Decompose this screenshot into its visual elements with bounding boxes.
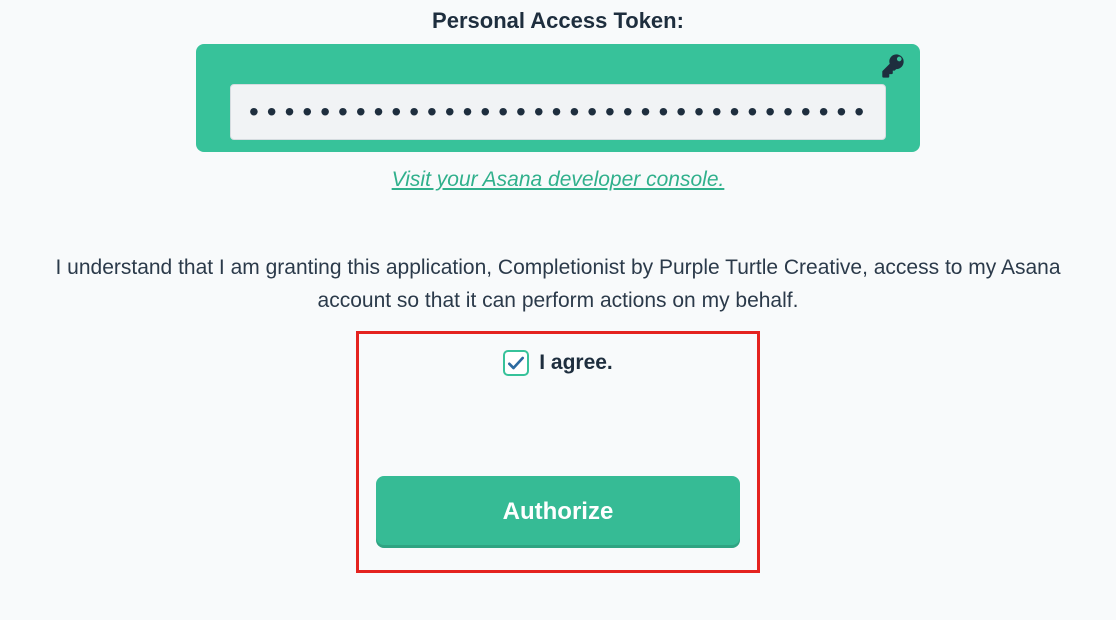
highlight-box: I agree. Authorize	[356, 331, 760, 573]
key-icon	[880, 52, 908, 85]
page-title: Personal Access Token:	[432, 8, 684, 34]
visit-developer-console-link[interactable]: Visit your Asana developer console.	[392, 168, 725, 192]
agree-checkbox[interactable]	[503, 350, 529, 376]
check-icon	[506, 353, 526, 373]
personal-access-token-input[interactable]	[249, 96, 867, 128]
token-input-wrap	[230, 84, 886, 140]
agree-row: I agree.	[503, 350, 613, 376]
authorize-button[interactable]: Authorize	[376, 476, 740, 548]
agree-label: I agree.	[539, 351, 613, 375]
disclaimer-text: I understand that I am granting this app…	[28, 252, 1088, 317]
token-box	[196, 44, 920, 152]
